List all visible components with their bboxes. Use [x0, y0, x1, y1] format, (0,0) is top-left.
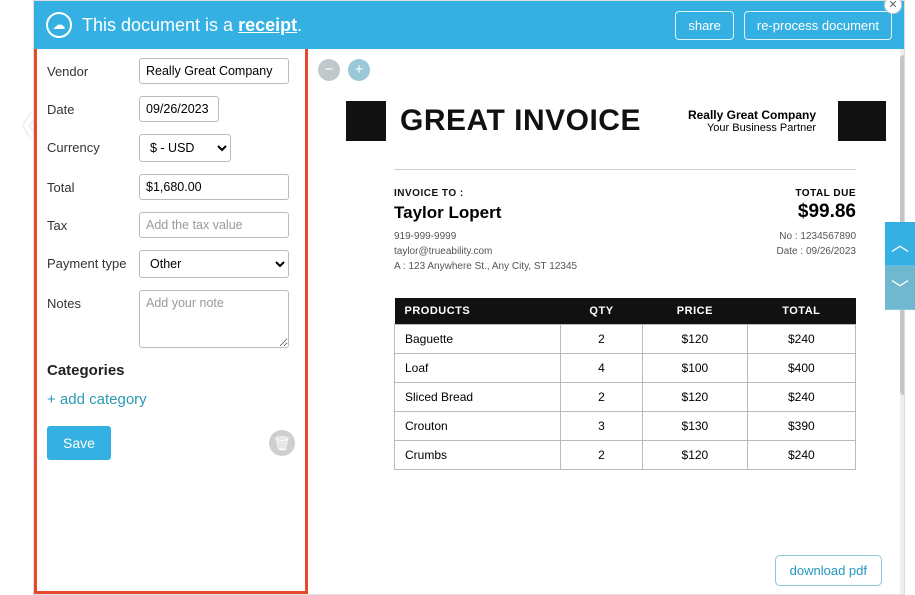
- cell-price: $100: [643, 354, 748, 383]
- cell-total: $240: [747, 383, 855, 412]
- zoom-in-button[interactable]: +: [348, 59, 370, 81]
- tax-label: Tax: [47, 212, 139, 233]
- invoice-email: taylor@trueability.com: [394, 244, 577, 259]
- invoice-company: Really Great Company Your Business Partn…: [688, 108, 824, 134]
- vendor-input[interactable]: [139, 58, 289, 84]
- cell-qty: 2: [560, 325, 642, 354]
- date-label: Date: [47, 96, 139, 117]
- invoice-logo-block: [346, 101, 386, 141]
- cell-qty: 2: [560, 441, 642, 470]
- document-modal: ✕ ☁ This document is a receipt. share re…: [33, 0, 905, 595]
- cell-total: $400: [747, 354, 855, 383]
- banner-prefix: This document is a: [82, 15, 238, 35]
- cell-product: Crumbs: [395, 441, 561, 470]
- cell-product: Sliced Bread: [395, 383, 561, 412]
- cell-qty: 2: [560, 383, 642, 412]
- doctype-link[interactable]: receipt: [238, 15, 297, 35]
- invoice-to-label: INVOICE TO :: [394, 188, 577, 199]
- table-row: Crouton3$130$390: [395, 412, 856, 441]
- cell-total: $390: [747, 412, 855, 441]
- col-total: TOTAL: [747, 298, 855, 325]
- date-input[interactable]: [139, 96, 219, 122]
- notes-textarea[interactable]: [139, 290, 289, 348]
- table-row: Loaf4$100$400: [395, 354, 856, 383]
- cell-total: $240: [747, 325, 855, 354]
- download-pdf-button[interactable]: download pdf: [775, 555, 882, 586]
- invoice-divider: [394, 169, 856, 170]
- top-banner: ☁ This document is a receipt. share re-p…: [34, 1, 904, 49]
- cell-total: $240: [747, 441, 855, 470]
- col-qty: QTY: [560, 298, 642, 325]
- cell-product: Loaf: [395, 354, 561, 383]
- invoice-document: GREAT INVOICE Really Great Company Your …: [326, 101, 886, 594]
- payment-type-select[interactable]: Other: [139, 250, 289, 278]
- next-doc-arrow[interactable]: ﹀: [885, 266, 915, 310]
- payment-type-label: Payment type: [47, 250, 139, 271]
- add-category-link[interactable]: + add category: [47, 391, 147, 408]
- table-row: Baguette2$120$240: [395, 325, 856, 354]
- prev-doc-arrow[interactable]: ︿: [885, 222, 915, 266]
- banner-suffix: .: [297, 15, 302, 35]
- total-due-label: TOTAL DUE: [776, 188, 856, 199]
- document-preview-panel: − + GREAT INVOICE Really Great Company Y…: [308, 49, 904, 594]
- cell-qty: 3: [560, 412, 642, 441]
- categories-heading: Categories: [47, 362, 295, 379]
- banner-text: This document is a receipt.: [82, 15, 302, 36]
- currency-select[interactable]: $ - USD: [139, 134, 231, 162]
- reprocess-button[interactable]: re-process document: [744, 11, 892, 40]
- cell-product: Baguette: [395, 325, 561, 354]
- cell-price: $130: [643, 412, 748, 441]
- invoice-to-name: Taylor Lopert: [394, 203, 577, 223]
- zoom-out-button[interactable]: −: [318, 59, 340, 81]
- invoice-right-block: [838, 101, 886, 141]
- total-label: Total: [47, 174, 139, 195]
- invoice-number: No : 1234567890: [776, 229, 856, 244]
- notes-label: Notes: [47, 290, 139, 311]
- total-input[interactable]: [139, 174, 289, 200]
- vendor-label: Vendor: [47, 58, 139, 79]
- cell-price: $120: [643, 383, 748, 412]
- edit-form-panel: Vendor Date Currency $ - USD Total Tax: [34, 49, 308, 594]
- tax-input[interactable]: [139, 212, 289, 238]
- col-products: PRODUCTS: [395, 298, 561, 325]
- table-row: Crumbs2$120$240: [395, 441, 856, 470]
- invoice-date: Date : 09/26/2023: [776, 244, 856, 259]
- invoice-tagline: Your Business Partner: [688, 122, 816, 134]
- invoice-company-name: Really Great Company: [688, 108, 816, 122]
- cell-qty: 4: [560, 354, 642, 383]
- share-button[interactable]: share: [675, 11, 734, 40]
- invoice-title: GREAT INVOICE: [400, 104, 641, 138]
- trash-icon[interactable]: 🗑: [269, 430, 295, 456]
- cell-product: Crouton: [395, 412, 561, 441]
- table-row: Sliced Bread2$120$240: [395, 383, 856, 412]
- save-button[interactable]: Save: [47, 426, 111, 460]
- total-due-amount: $99.86: [776, 201, 856, 223]
- currency-label: Currency: [47, 134, 139, 155]
- invoice-line-items-table: PRODUCTS QTY PRICE TOTAL Baguette2$120$2…: [394, 298, 856, 470]
- cell-price: $120: [643, 441, 748, 470]
- invoice-address: A : 123 Anywhere St., Any City, ST 12345: [394, 259, 577, 274]
- cell-price: $120: [643, 325, 748, 354]
- cloud-icon: ☁: [46, 12, 72, 38]
- invoice-phone: 919-999-9999: [394, 229, 577, 244]
- col-price: PRICE: [643, 298, 748, 325]
